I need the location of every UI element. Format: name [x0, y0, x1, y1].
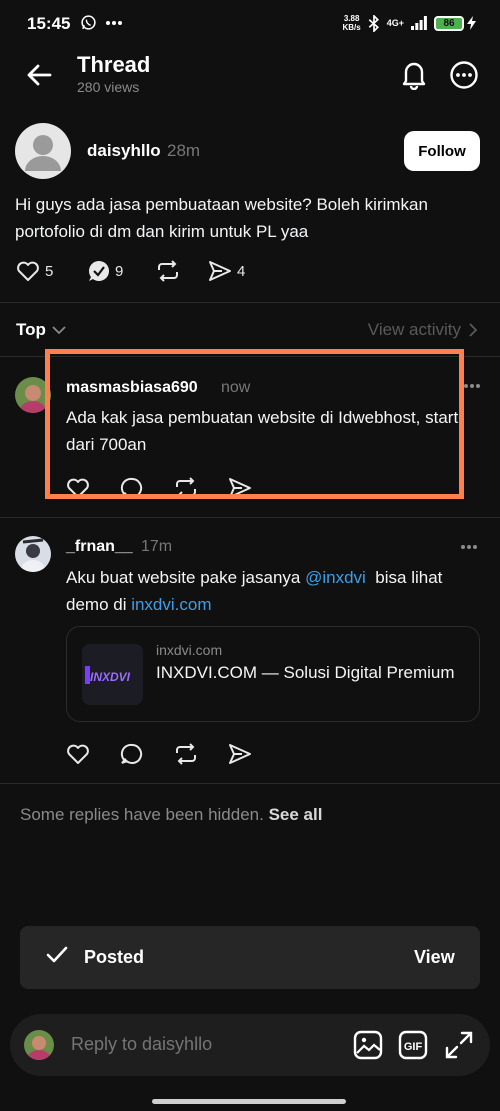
signal-icon	[411, 16, 427, 30]
my-avatar	[24, 1030, 54, 1060]
post-author-name[interactable]: daisyhllo	[87, 141, 161, 161]
reply-actions	[66, 743, 252, 765]
share-send-icon	[208, 260, 232, 282]
reply-text-part: Aku buat website pake jasanya	[66, 568, 306, 587]
notifications-button[interactable]	[396, 57, 432, 93]
battery: 86	[434, 15, 476, 31]
back-button[interactable]	[22, 58, 56, 92]
bell-icon	[400, 60, 428, 90]
share-send-icon[interactable]	[228, 743, 252, 765]
reply-text: Aku buat website pake jasanya @inxdvi bi…	[66, 564, 486, 618]
more-dots-icon	[460, 544, 478, 550]
post-text: Hi guys ada jasa pembuataan website? Bol…	[15, 195, 428, 241]
chevron-down-icon	[52, 325, 66, 335]
more-icon	[449, 60, 479, 90]
reply-time: 17m	[141, 538, 173, 555]
view-activity-label: View activity	[367, 320, 461, 339]
hidden-replies-text: Some replies have been hidden.	[20, 805, 264, 824]
more-options-button[interactable]	[446, 57, 482, 93]
toast-view-button[interactable]: View	[414, 947, 455, 968]
divider	[0, 517, 500, 518]
charging-icon	[467, 16, 476, 30]
net-speed-value: 3.88	[343, 14, 360, 23]
see-all-link[interactable]: See all	[269, 805, 323, 824]
hidden-replies-note: Some replies have been hidden. See all	[20, 805, 322, 825]
gif-icon[interactable]: GIF	[398, 1030, 428, 1060]
link-thumbnail: INXDVI	[82, 644, 143, 705]
like-button[interactable]: 5	[16, 260, 88, 282]
net-speed: 3.88 KB/s	[343, 14, 361, 32]
reply-count: 9	[115, 262, 124, 280]
page-title: Thread	[77, 52, 151, 77]
logo-text: INXDVI	[90, 670, 131, 684]
share-count: 4	[237, 262, 246, 280]
status-left-icons	[80, 14, 123, 31]
view-activity-link[interactable]: View activity	[368, 320, 478, 340]
reply-bubble-check-icon	[88, 260, 110, 282]
repost-icon	[156, 260, 180, 282]
divider	[0, 783, 500, 784]
sort-dropdown[interactable]: Top	[16, 320, 66, 340]
post-author-avatar[interactable]	[15, 123, 71, 179]
reply-input[interactable]	[71, 1034, 331, 1055]
reply-more-button[interactable]	[460, 544, 478, 550]
back-arrow-icon	[26, 64, 52, 86]
svg-text:GIF: GIF	[404, 1041, 423, 1053]
more-dots-icon	[463, 383, 481, 389]
link-title: INXDVI.COM — Solusi Digital Premium	[156, 663, 455, 682]
mention-link[interactable]: @inxdvi	[305, 568, 366, 587]
whatsapp-icon	[80, 14, 97, 31]
reply-avatar[interactable]	[15, 536, 51, 572]
image-icon[interactable]	[353, 1030, 383, 1060]
post-time: 28m	[167, 141, 201, 160]
status-time: 15:45	[27, 14, 71, 33]
more-notifications-icon	[105, 20, 123, 26]
highlight-annotation-box	[45, 349, 464, 499]
check-icon	[46, 946, 68, 964]
like-count: 5	[45, 262, 54, 280]
view-count: 280 views	[77, 79, 140, 95]
network-type: 4G+	[386, 18, 404, 28]
reply-author[interactable]: _frnan__	[66, 538, 133, 556]
website-link[interactable]: inxdvi.com	[131, 595, 211, 614]
bluetooth-icon	[368, 14, 380, 32]
repost-icon[interactable]	[174, 743, 198, 765]
divider	[0, 302, 500, 303]
toast-message: Posted	[84, 947, 145, 967]
share-button[interactable]: 4	[208, 260, 245, 282]
reply-more-button[interactable]	[463, 383, 481, 389]
heart-icon[interactable]	[66, 743, 90, 765]
link-domain: inxdvi.com	[156, 642, 223, 658]
reply-button[interactable]: 9	[88, 260, 156, 282]
sort-label: Top	[16, 320, 46, 339]
comment-icon[interactable]	[120, 743, 144, 765]
net-speed-unit: KB/s	[342, 23, 361, 32]
battery-level: 86	[434, 15, 464, 31]
repost-button[interactable]	[156, 260, 208, 282]
chevron-right-icon	[469, 323, 478, 337]
expand-icon[interactable]	[444, 1030, 474, 1060]
follow-button[interactable]: Follow	[404, 131, 480, 171]
home-indicator[interactable]	[152, 1099, 346, 1104]
status-right: 3.88 KB/s 4G+ 86	[343, 14, 476, 32]
heart-icon	[16, 260, 40, 282]
post-actions: 5 9 4	[16, 260, 245, 282]
